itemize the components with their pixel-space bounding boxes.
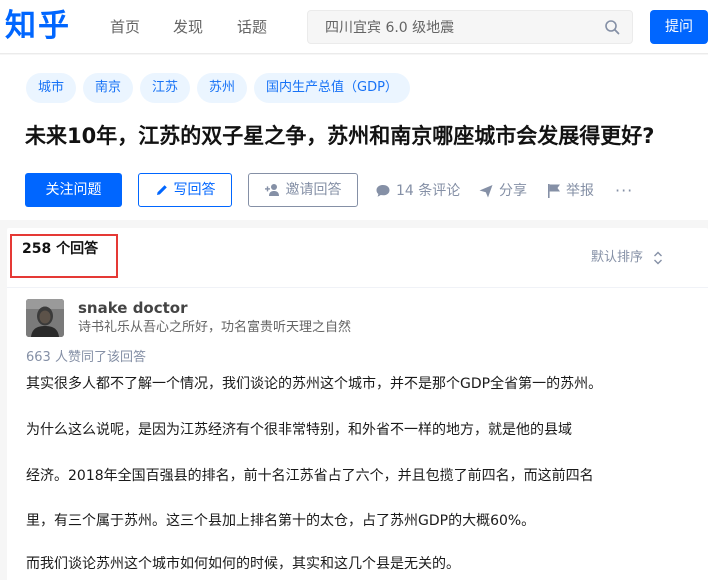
search-input[interactable]: 四川宜宾 6.0 级地震 [307,10,633,44]
sort-dropdown[interactable]: 默认排序 [591,249,663,267]
invite-answer-label: 邀请回答 [285,182,342,198]
answer-count: 258 个回答 [22,241,99,257]
answer-paragraph: 为什么这么说呢，是因为江苏经济有个很非常特别，和外省不一样的地方，就是他的县域 [26,422,572,438]
answers-card: 258 个回答 默认排序 snake doctor 诗书礼乐从吾心之所好，功名富… [7,228,708,580]
answer-paragraph: 里，有三个属于苏州。这三个县加上排名第十的太仓，占了苏州GDP的大概60%。 [26,513,536,529]
vote-count: 663 人赞同了该回答 [26,350,146,365]
answer-paragraph: 经济。2018年全国百强县的排名，前十名江苏省占了六个，并且包揽了前四名，而这前… [26,468,594,484]
avatar[interactable] [26,299,64,337]
report-button[interactable]: 举报 [547,181,594,201]
sort-label: 默认排序 [591,250,644,265]
topic-tag-suzhou[interactable]: 苏州 [197,73,248,103]
pencil-icon [156,185,167,195]
question-header: 城市 南京 江苏 苏州 国内生产总值（GDP） 未来10年，江苏的双子星之争，苏… [0,55,708,220]
follow-question-button[interactable]: 关注问题 [25,173,122,207]
share-icon [479,185,493,198]
invite-answer-button[interactable]: 邀请回答 [248,173,358,207]
nav-home[interactable]: 首页 [110,17,140,37]
flag-icon [548,184,560,198]
divider [7,287,708,288]
comment-icon [376,185,390,197]
search-icon[interactable] [604,19,620,35]
author-photo [26,299,64,337]
more-options-button[interactable]: ··· [615,181,633,200]
add-user-icon [264,184,279,196]
ask-question-button[interactable]: 提问 [650,10,708,44]
author-name[interactable]: snake doctor [78,298,188,318]
sort-chevrons-icon [654,251,663,265]
share-button[interactable]: 分享 [478,181,527,201]
share-label: 分享 [499,183,527,199]
zhihu-logo[interactable]: 知乎 [5,6,71,46]
answer-paragraph: 其实很多人都不了解一个情况，我们谈论的苏州这个城市，并不是那个GDP全省第一的苏… [26,376,603,392]
top-navigation-bar: 知乎 首页 发现 话题 四川宜宾 6.0 级地震 提问 [0,0,708,54]
report-label: 举报 [566,183,594,199]
comments-count: 14 条评论 [396,183,461,199]
topic-tag-jiangsu[interactable]: 江苏 [140,73,191,103]
answer-paragraph: 而我们谈论苏州这个城市如何如何的时候，其实和这几个县是无关的。 [26,556,460,572]
nav-explore[interactable]: 发现 [173,17,203,37]
topic-tag-gdp[interactable]: 国内生产总值（GDP） [254,73,410,103]
author-bio: 诗书礼乐从吾心之所好，功名富贵听天理之自然 [78,320,352,335]
write-answer-label: 写回答 [173,182,216,198]
nav-topics[interactable]: 话题 [237,17,267,37]
comments-button[interactable]: 14 条评论 [375,181,460,201]
topic-tag-city[interactable]: 城市 [26,73,77,103]
search-query: 四川宜宾 6.0 级地震 [325,20,455,36]
question-title[interactable]: 未来10年，江苏的双子星之争，苏州和南京哪座城市会发展得更好? [25,119,654,153]
write-answer-button[interactable]: 写回答 [138,173,232,207]
topic-tag-nanjing[interactable]: 南京 [83,73,134,103]
